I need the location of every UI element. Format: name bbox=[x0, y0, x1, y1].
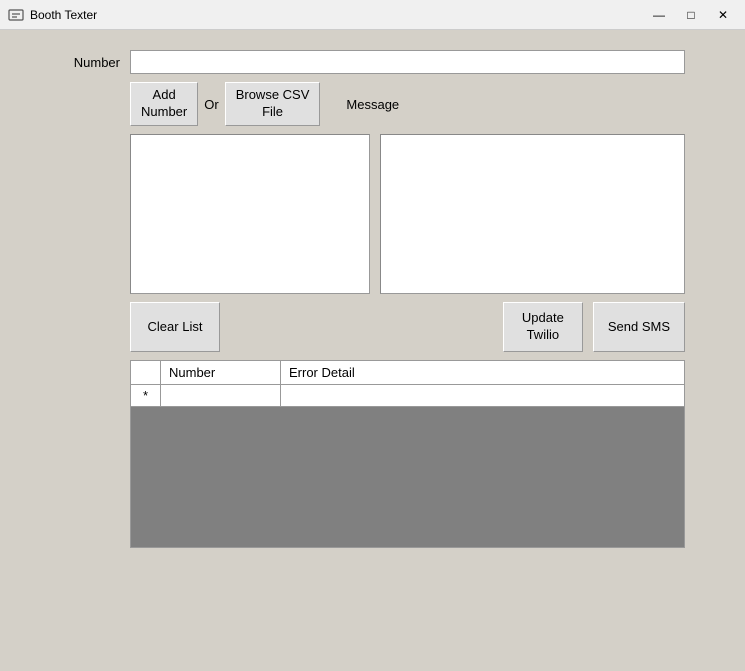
number-input[interactable] bbox=[130, 50, 685, 74]
numbers-list-area bbox=[130, 134, 370, 294]
message-label: Message bbox=[346, 97, 399, 112]
col-header-error: Error Detail bbox=[281, 361, 684, 384]
window-title: Booth Texter bbox=[30, 8, 97, 22]
message-area bbox=[380, 134, 685, 294]
browse-csv-button[interactable]: Browse CSVFile bbox=[225, 82, 321, 126]
add-number-button[interactable]: AddNumber bbox=[130, 82, 198, 126]
table-asterisk-row: * bbox=[131, 385, 684, 407]
title-bar-left: Booth Texter bbox=[8, 7, 97, 23]
minimize-button[interactable]: — bbox=[645, 5, 673, 25]
window-icon bbox=[8, 7, 24, 23]
main-area bbox=[130, 134, 685, 294]
buttons-row: AddNumber Or Browse CSVFile Message bbox=[130, 82, 685, 126]
close-button[interactable]: ✕ bbox=[709, 5, 737, 25]
main-window: Booth Texter — □ ✕ Number AddNumber Or B… bbox=[0, 0, 745, 671]
or-label: Or bbox=[204, 97, 218, 112]
numbers-textarea[interactable] bbox=[130, 134, 370, 294]
table-header-row: Number Error Detail bbox=[131, 361, 684, 385]
action-buttons-row: Clear List UpdateTwilio Send SMS bbox=[130, 302, 685, 352]
col-header-number: Number bbox=[161, 361, 281, 384]
asterisk-cell: * bbox=[131, 385, 161, 406]
table-gray-body bbox=[131, 407, 684, 547]
update-twilio-button[interactable]: UpdateTwilio bbox=[503, 302, 583, 352]
col-header-rownum bbox=[131, 361, 161, 384]
title-bar-controls: — □ ✕ bbox=[645, 5, 737, 25]
message-textarea[interactable] bbox=[380, 134, 685, 294]
results-table-wrapper: Number Error Detail * bbox=[130, 360, 685, 548]
maximize-button[interactable]: □ bbox=[677, 5, 705, 25]
send-sms-button[interactable]: Send SMS bbox=[593, 302, 685, 352]
clear-list-button[interactable]: Clear List bbox=[130, 302, 220, 352]
number-label: Number bbox=[60, 55, 120, 70]
content-area: Number AddNumber Or Browse CSVFile Messa… bbox=[0, 30, 745, 671]
asterisk-error-cell bbox=[281, 385, 684, 406]
asterisk-number-cell bbox=[161, 385, 281, 406]
number-row: Number bbox=[60, 50, 685, 74]
title-bar: Booth Texter — □ ✕ bbox=[0, 0, 745, 30]
